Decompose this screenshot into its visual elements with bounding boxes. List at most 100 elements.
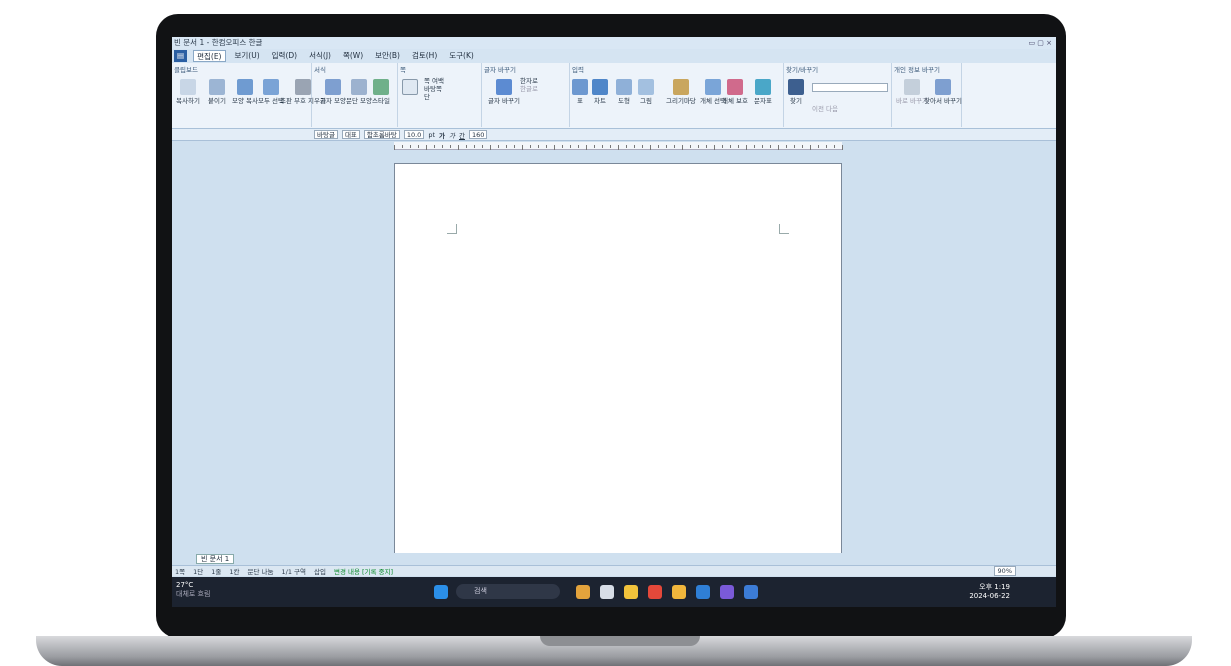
menu-format[interactable]: 서식(J) xyxy=(306,50,334,62)
ruler-tick xyxy=(642,145,643,148)
file-menu-button[interactable]: ▤ xyxy=(174,50,188,62)
ruler-tick xyxy=(514,145,515,148)
ruler-tick xyxy=(690,145,691,148)
para-shape-button[interactable]: 문단 모양 xyxy=(346,79,372,105)
table-button[interactable]: 표 xyxy=(572,79,588,105)
ruler-tick xyxy=(410,145,411,148)
margin-mark-left xyxy=(447,224,457,234)
ribbon: 클립보드 복사하기 붙이기 모양 복사 모두 선택 조판 부호 지우기 서식 글… xyxy=(172,63,1056,129)
drawing-button[interactable]: 그리기마당 xyxy=(666,79,696,105)
quick-replace-icon xyxy=(903,79,920,95)
style-button[interactable]: 스타일 xyxy=(372,79,390,105)
app-icon-3[interactable] xyxy=(720,585,734,599)
status-track[interactable]: 변경 내용 [기록 중지] xyxy=(334,566,393,576)
picture-button[interactable]: 그림 xyxy=(638,79,654,105)
menu-edit[interactable]: 편집(E) xyxy=(193,50,226,62)
font-select[interactable]: 함초롬바탕 xyxy=(363,130,400,139)
ruler-tick xyxy=(554,145,555,150)
char-shape-icon xyxy=(325,79,341,95)
chrome-icon[interactable] xyxy=(648,585,662,599)
ruler-tick xyxy=(602,145,603,148)
status-page: 1쪽 xyxy=(175,568,186,576)
weather-widget[interactable]: 27°C 대체로 흐림 xyxy=(176,581,210,599)
folder-icon[interactable] xyxy=(672,585,686,599)
ruler-tick xyxy=(490,145,491,150)
find-replace-button[interactable]: 찾아서 바꾸기 xyxy=(924,79,962,105)
paragraph-icon xyxy=(351,79,367,95)
ruler-tick xyxy=(562,145,563,148)
window-controls[interactable]: ▭ ▢ × xyxy=(1028,39,1052,47)
chart-button[interactable]: 차트 xyxy=(592,79,608,105)
find-input[interactable] xyxy=(812,83,888,92)
vscode-icon[interactable] xyxy=(696,585,710,599)
ruler-tick xyxy=(658,145,659,148)
ruler-tick xyxy=(794,145,795,148)
app-icon-2[interactable] xyxy=(600,585,614,599)
document-tab[interactable]: 빈 문서 1 xyxy=(196,554,235,564)
menu-tools[interactable]: 도구(K) xyxy=(446,50,477,62)
page-margin-label[interactable]: 쪽 여백 바탕쪽 단 xyxy=(424,77,444,101)
status-bar: 1쪽 1단 1줄 1칸 문단 나눔 1/1 구역 삽입 변경 내용 [기록 중지… xyxy=(172,565,1056,576)
master-page-label: 바탕쪽 xyxy=(424,85,442,93)
find-prev-next[interactable]: 이전 다음 xyxy=(812,103,838,113)
window-title: 빈 문서 1 - 한컴오피스 한글 xyxy=(174,38,263,47)
menu-insert[interactable]: 입력(D) xyxy=(269,50,300,62)
menu-security[interactable]: 보안(B) xyxy=(372,50,403,62)
language-select[interactable]: 대표 xyxy=(341,130,360,139)
hanja-button[interactable]: 한자로 한글로 xyxy=(520,77,538,93)
app-icon-1[interactable] xyxy=(576,585,590,599)
menu-view[interactable]: 보기(U) xyxy=(232,50,263,62)
page-margin-button[interactable] xyxy=(402,79,418,97)
binoculars-icon xyxy=(788,79,804,95)
ribbon-group-format: 서식 글자 모양 문단 모양 스타일 xyxy=(312,63,398,127)
ruler-tick xyxy=(578,145,579,148)
ruler-tick xyxy=(786,145,787,148)
shape-button[interactable]: 도형 xyxy=(616,79,632,105)
screen: 빈 문서 1 - 한컴오피스 한글 ▭ ▢ × ▤ 편집(E) 보기(U) 입력… xyxy=(172,37,1056,607)
menu-page[interactable]: 쪽(W) xyxy=(340,50,366,62)
copy-button[interactable]: 복사하기 xyxy=(176,79,200,105)
bold-button[interactable]: 가 xyxy=(439,130,445,140)
start-icon[interactable] xyxy=(434,585,448,599)
clock-date: 2024-06-22 xyxy=(969,592,1010,600)
paste-button[interactable]: 붙이기 xyxy=(208,79,226,105)
group-title: 서식 xyxy=(314,66,326,74)
style-icon xyxy=(372,79,389,95)
ruler-tick xyxy=(530,145,531,148)
char-shape-button[interactable]: 글자 모양 xyxy=(320,79,346,105)
italic-button[interactable]: 가 xyxy=(449,130,455,140)
format-copy-button[interactable]: 모양 복사 xyxy=(232,79,258,105)
ribbon-group-privacy: 개인 정보 바꾸기 바로 바꾸기 찾아서 바꾸기 xyxy=(892,63,962,127)
ruler-tick xyxy=(482,145,483,148)
ruler-tick xyxy=(594,145,595,148)
object-protect-button[interactable]: 개체 보호 xyxy=(722,79,748,105)
symbol-button[interactable]: 문자표 xyxy=(754,79,772,105)
ruler-tick xyxy=(466,145,467,148)
ruler-tick xyxy=(730,145,731,148)
ruler-tick xyxy=(626,145,627,148)
copy-icon xyxy=(179,79,196,95)
status-mode[interactable]: 삽입 xyxy=(314,566,326,576)
ruler-tick xyxy=(546,145,547,148)
clock[interactable]: 오후 1:19 2024-06-22 xyxy=(969,583,1010,601)
search-box[interactable]: 검색 xyxy=(456,584,560,599)
find-button[interactable]: 찾기 xyxy=(788,79,804,105)
style-select[interactable]: 바탕글 xyxy=(314,130,338,139)
hwp-icon[interactable] xyxy=(744,585,758,599)
char-replace-button[interactable]: 글자 바꾸기 xyxy=(488,79,520,105)
eraser-icon xyxy=(295,79,311,95)
menu-review[interactable]: 검토(H) xyxy=(409,50,440,62)
chat-icon[interactable] xyxy=(624,585,638,599)
ruler-tick xyxy=(618,145,619,150)
ruler-tick xyxy=(762,145,763,148)
status-line: 1줄 xyxy=(211,568,222,576)
size-input[interactable]: 10.0 xyxy=(403,130,425,139)
status-pages: 1/1 구역 xyxy=(281,568,307,576)
zoom-input[interactable]: 160 xyxy=(468,130,488,139)
title-bar: 빈 문서 1 - 한컴오피스 한글 xyxy=(172,37,1056,49)
status-zoom[interactable]: 90% xyxy=(993,566,1016,576)
status-section: 1단 xyxy=(193,568,204,576)
underline-button[interactable]: 간 xyxy=(459,130,465,140)
select-all-icon xyxy=(263,79,279,95)
document-page[interactable] xyxy=(394,163,842,555)
